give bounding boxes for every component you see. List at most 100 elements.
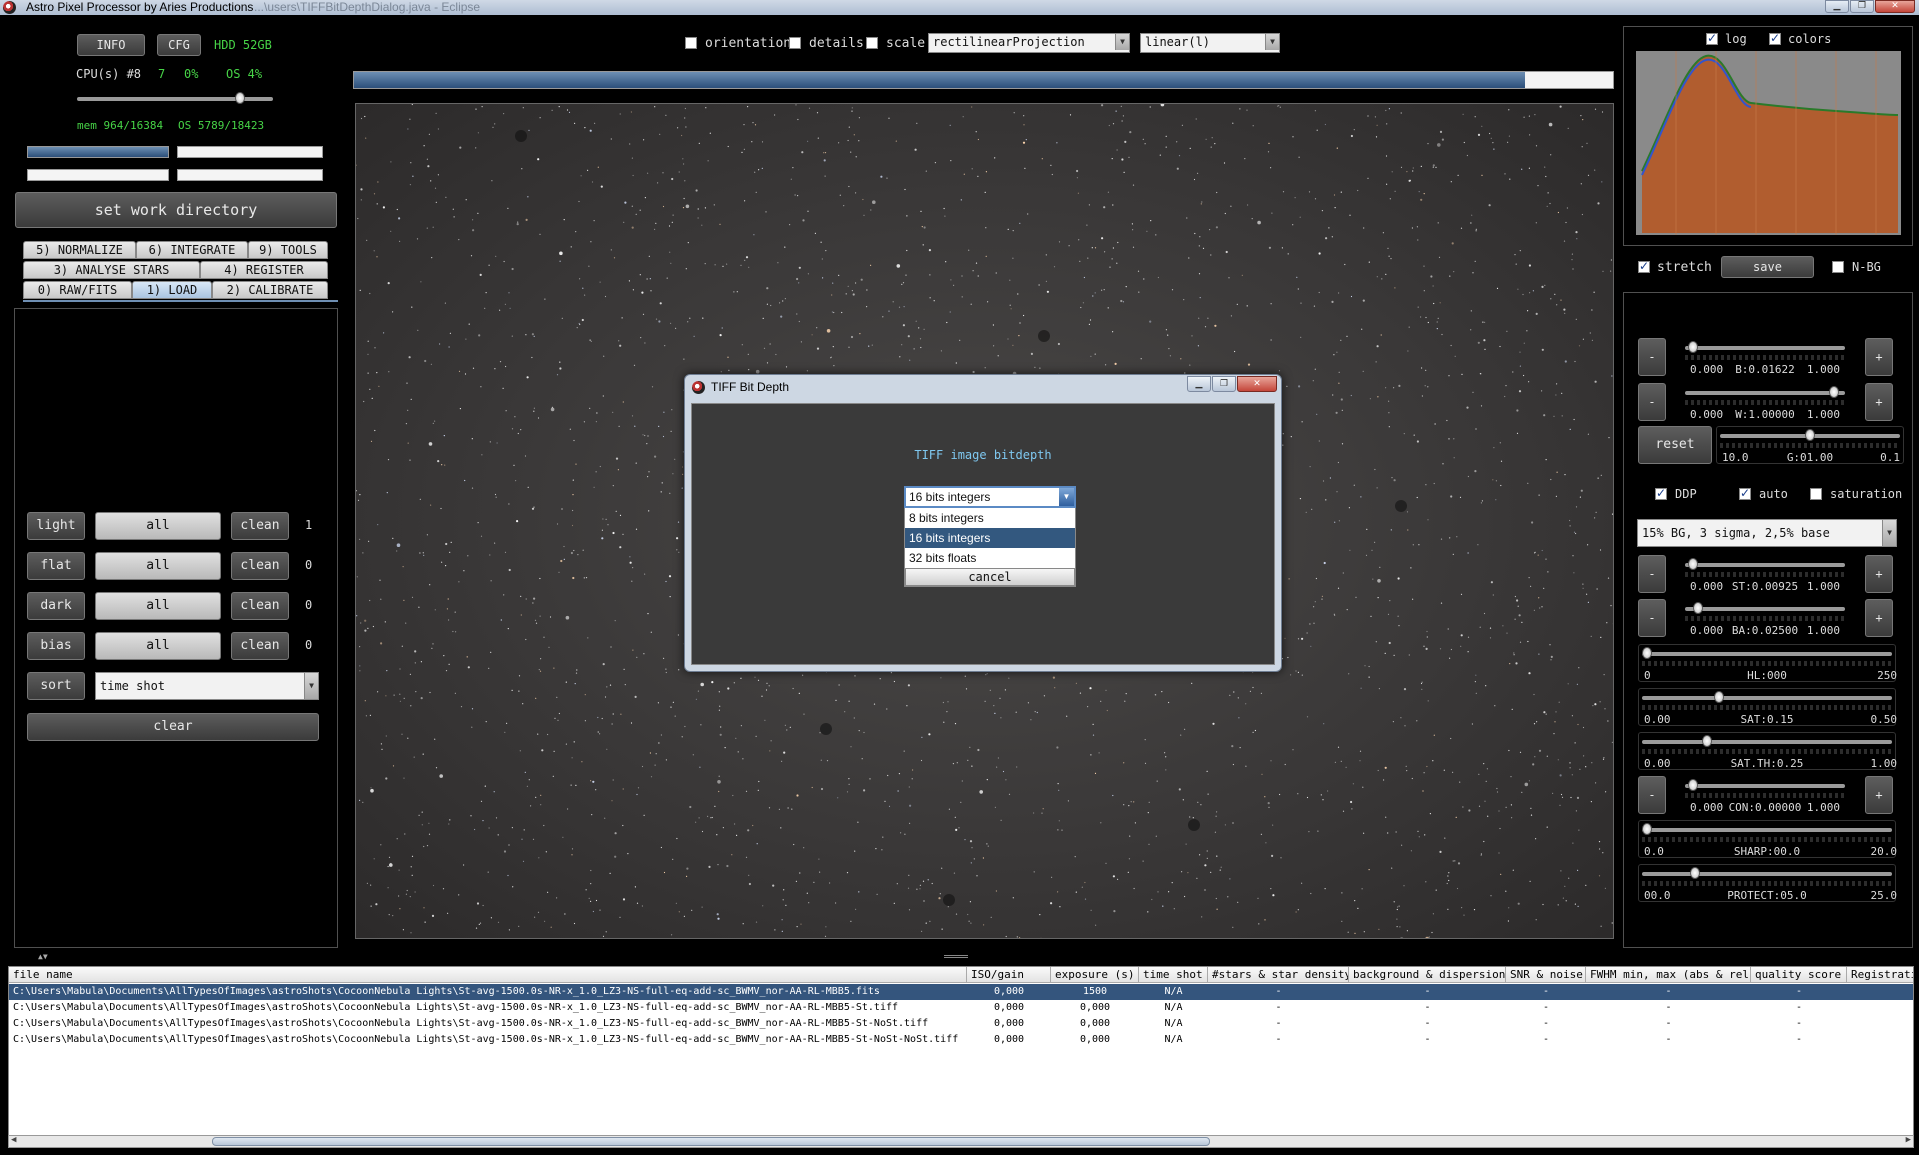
option-8-bits-integers[interactable]: 8 bits integers — [905, 508, 1075, 528]
hl-slider[interactable] — [1642, 647, 1892, 659]
con-plus-button[interactable]: + — [1865, 776, 1893, 814]
column-header[interactable]: FWHM min, max (abs & rel) — [1586, 967, 1751, 983]
horizontal-scrollbar[interactable]: ◀ ▶ — [8, 1135, 1914, 1148]
satth-slider-knob[interactable] — [1702, 735, 1712, 747]
colors-checkbox[interactable] — [1769, 31, 1781, 45]
column-header[interactable]: background & dispersion — [1349, 967, 1506, 983]
auto-checkbox[interactable] — [1739, 486, 1751, 500]
column-header[interactable]: Registrati — [1847, 967, 1913, 983]
scroll-left-icon[interactable]: ◀ — [11, 1135, 16, 1145]
close-icon[interactable]: ✕ — [1237, 376, 1277, 392]
satth-slider[interactable] — [1642, 735, 1892, 747]
ba-slider[interactable] — [1685, 602, 1845, 614]
bitdepth-dropdown[interactable]: 16 bits integers ▼ 8 bits integers 16 bi… — [904, 486, 1076, 587]
column-header[interactable]: SNR & noise — [1506, 967, 1586, 983]
light-all-button[interactable]: all — [95, 512, 221, 540]
con-minus-button[interactable]: - — [1638, 776, 1666, 814]
b-slider[interactable] — [1685, 341, 1845, 353]
option-32-bits-floats[interactable]: 32 bits floats — [905, 548, 1075, 568]
scroll-right-icon[interactable]: ▶ — [1906, 1135, 1911, 1145]
projection-select[interactable]: rectilinearProjection ▼ — [928, 33, 1130, 53]
reset-button[interactable]: reset — [1638, 426, 1712, 464]
tab-load[interactable]: 1) LOAD — [132, 281, 212, 299]
chevron-down-icon[interactable]: ▼ — [1115, 34, 1129, 50]
save-button[interactable]: save — [1721, 256, 1814, 278]
sat-slider[interactable] — [1642, 691, 1892, 703]
details-checkbox[interactable] — [789, 37, 801, 49]
cpu-slider[interactable] — [77, 92, 273, 104]
sat-slider-knob[interactable] — [1714, 691, 1724, 703]
w-minus-button[interactable]: - — [1638, 383, 1666, 421]
flat-type-button[interactable]: flat — [27, 552, 85, 580]
panel-splitter[interactable] — [944, 955, 968, 958]
ddp-preset-select[interactable]: 15% BG, 3 sigma, 2,5% base ▼ — [1637, 519, 1897, 547]
dark-clean-button[interactable]: clean — [231, 592, 289, 620]
sharp-slider[interactable] — [1642, 823, 1892, 835]
ba-slider-knob[interactable] — [1693, 602, 1703, 614]
g-slider[interactable] — [1720, 429, 1900, 441]
ba-minus-button[interactable]: - — [1638, 599, 1666, 637]
protect-slider-knob[interactable] — [1690, 867, 1700, 879]
ba-plus-button[interactable]: + — [1865, 599, 1893, 637]
maximize-icon[interactable]: ❐ — [1212, 376, 1236, 392]
minimize-icon[interactable]: ▁ — [1825, 0, 1849, 13]
tab-analyse-stars[interactable]: 3) ANALYSE STARS — [23, 261, 200, 279]
light-type-button[interactable]: light — [27, 512, 85, 540]
sort-select[interactable]: time shot ▼ — [95, 672, 319, 700]
bitdepth-combo[interactable]: 16 bits integers ▼ — [904, 486, 1076, 508]
column-header[interactable]: file name — [9, 967, 967, 983]
set-work-directory-button[interactable]: set work directory — [15, 192, 337, 228]
tab-register[interactable]: 4) REGISTER — [200, 261, 328, 279]
chevron-down-icon[interactable]: ▼ — [1882, 520, 1896, 546]
chevron-down-icon[interactable]: ▼ — [1059, 488, 1074, 506]
close-icon[interactable]: ✕ — [1875, 0, 1915, 13]
bias-all-button[interactable]: all — [95, 632, 221, 660]
maximize-icon[interactable]: ❐ — [1850, 0, 1874, 13]
saturation-checkbox[interactable] — [1810, 488, 1822, 500]
flat-all-button[interactable]: all — [95, 552, 221, 580]
clear-button[interactable]: clear — [27, 713, 319, 741]
sort-button[interactable]: sort — [27, 672, 85, 700]
table-row[interactable]: C:\Users\Mabula\Documents\AllTypesOfImag… — [9, 1016, 1913, 1032]
st-slider-knob[interactable] — [1688, 558, 1698, 570]
st-plus-button[interactable]: + — [1865, 555, 1893, 593]
con-slider-knob[interactable] — [1688, 779, 1698, 791]
chevron-down-icon[interactable]: ▼ — [304, 673, 318, 699]
st-minus-button[interactable]: - — [1638, 555, 1666, 593]
stretch-checkbox[interactable] — [1638, 259, 1650, 273]
orientation-checkbox[interactable] — [685, 37, 697, 49]
info-button[interactable]: INFO — [77, 34, 145, 56]
st-slider[interactable] — [1685, 558, 1845, 570]
w-slider[interactable] — [1685, 386, 1845, 398]
tab-normalize[interactable]: 5) NORMALIZE — [23, 241, 136, 259]
chevron-down-icon[interactable]: ▼ — [1265, 34, 1279, 50]
scrollbar-thumb[interactable] — [212, 1137, 1210, 1146]
protect-slider[interactable] — [1642, 867, 1892, 879]
cpu-slider-knob[interactable] — [235, 92, 245, 104]
column-header[interactable]: #stars & star density — [1208, 967, 1349, 983]
b-plus-button[interactable]: + — [1865, 338, 1893, 376]
b-slider-knob[interactable] — [1688, 341, 1698, 353]
option-16-bits-integers[interactable]: 16 bits integers — [905, 528, 1075, 548]
minimize-icon[interactable]: ▁ — [1187, 376, 1211, 392]
dark-type-button[interactable]: dark — [27, 592, 85, 620]
b-minus-button[interactable]: - — [1638, 338, 1666, 376]
column-header[interactable]: ISO/gain — [967, 967, 1051, 983]
log-checkbox[interactable] — [1706, 31, 1718, 45]
column-header[interactable]: quality score — [1751, 967, 1847, 983]
table-row[interactable]: C:\Users\Mabula\Documents\AllTypesOfImag… — [9, 1032, 1913, 1048]
column-header[interactable]: time shot — [1139, 967, 1208, 983]
sharp-slider-knob[interactable] — [1642, 823, 1652, 835]
nbg-checkbox[interactable] — [1832, 261, 1844, 273]
tab-calibrate[interactable]: 2) CALIBRATE — [212, 281, 328, 299]
panel-splitter-arrows[interactable]: ▲▼ — [38, 952, 48, 961]
cancel-button[interactable]: cancel — [905, 568, 1075, 586]
ddp-checkbox[interactable] — [1655, 486, 1667, 500]
tab-integrate[interactable]: 6) INTEGRATE — [136, 241, 248, 259]
con-slider[interactable] — [1685, 779, 1845, 791]
dark-all-button[interactable]: all — [95, 592, 221, 620]
hl-slider-knob[interactable] — [1642, 647, 1652, 659]
tab-raw-fits[interactable]: 0) RAW/FITS — [23, 281, 132, 299]
tab-tools[interactable]: 9) TOOLS — [248, 241, 328, 259]
cfg-button[interactable]: CFG — [157, 34, 201, 56]
